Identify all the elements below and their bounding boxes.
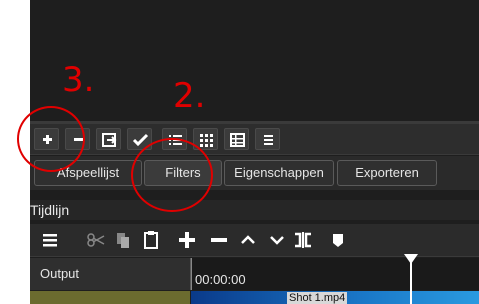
cut-icon[interactable]	[84, 228, 108, 252]
ruler-tick	[191, 258, 192, 290]
playhead[interactable]	[410, 258, 412, 304]
lift-icon[interactable]	[236, 228, 260, 252]
paste-icon[interactable]	[139, 228, 163, 252]
playlist-menu-button[interactable]	[255, 128, 280, 150]
annotation-step-2: 2.	[173, 76, 206, 116]
playlist-toolbar	[30, 124, 479, 155]
track-header-v1[interactable]	[30, 291, 190, 304]
clip-name: Shot 1.mp4	[287, 292, 348, 304]
annotation-circle-filters	[131, 138, 213, 212]
overwrite-icon[interactable]	[265, 228, 289, 252]
track-name: Output	[40, 266, 80, 281]
playhead-handle[interactable]	[404, 254, 418, 264]
export-button[interactable]	[96, 128, 121, 150]
annotation-step-3: 3.	[62, 60, 95, 100]
timeline-clip[interactable]: Shot 1.mp4	[191, 291, 479, 304]
timeline-panel-title: Tijdlijn	[30, 200, 479, 220]
timeline-toolbar	[30, 224, 479, 257]
annotation-circle-add	[17, 106, 85, 172]
timeline-menu-icon[interactable]	[38, 228, 62, 252]
copy-icon[interactable]	[111, 228, 135, 252]
track-header-output[interactable]: Output	[30, 258, 191, 290]
details-view-button[interactable]	[224, 128, 249, 150]
tab-export[interactable]: Exporteren	[337, 160, 437, 186]
tab-properties[interactable]: Eigenschappen	[224, 160, 334, 186]
ruler-timecode: 00:00:00	[195, 272, 246, 287]
app-window: Afspeellijst Filters Eigenschappen Expor…	[30, 0, 479, 304]
timeline-ruler[interactable]: 00:00:00	[191, 258, 479, 290]
marker-icon[interactable]	[326, 228, 350, 252]
video-viewer	[30, 0, 479, 121]
tab-bar: Afspeellijst Filters Eigenschappen Expor…	[30, 156, 479, 190]
append-icon[interactable]	[175, 228, 199, 252]
split-icon[interactable]	[291, 228, 315, 252]
remove-icon[interactable]	[207, 228, 231, 252]
